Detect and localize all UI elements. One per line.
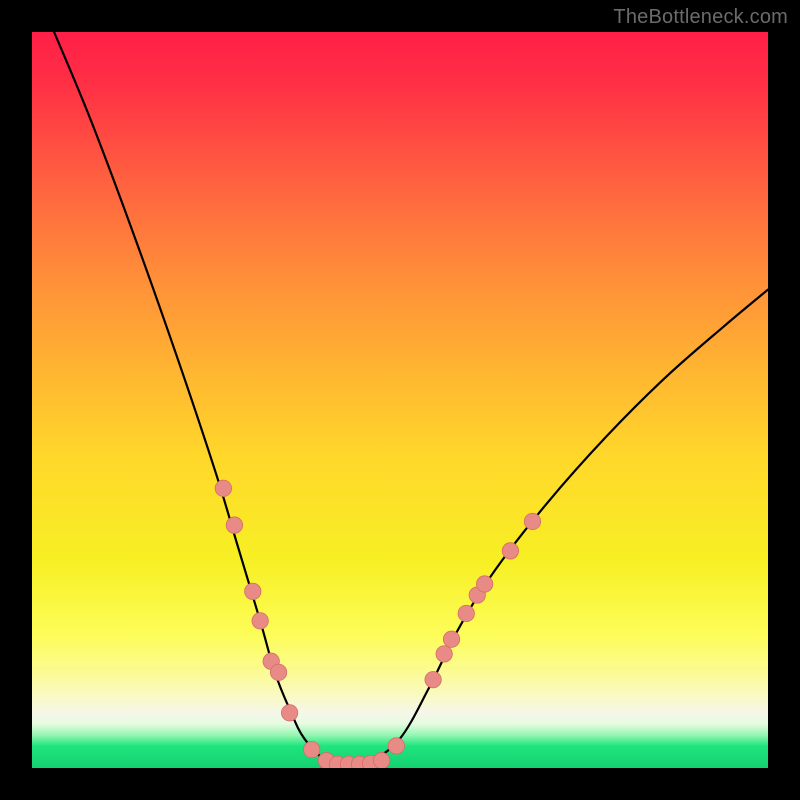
curve-marker: [281, 705, 297, 721]
plot-area: [32, 32, 768, 768]
curve-marker: [502, 543, 518, 559]
curve-marker: [252, 613, 268, 629]
watermark-label: TheBottleneck.com: [613, 6, 788, 29]
chart-frame: TheBottleneck.com: [0, 0, 800, 800]
curve-marker: [443, 631, 459, 647]
bottleneck-curve: [54, 32, 768, 764]
curve-marker: [425, 671, 441, 687]
curve-marker: [476, 576, 492, 592]
curve-marker: [270, 664, 286, 680]
curve-marker: [303, 741, 319, 757]
curve-marker: [524, 513, 540, 529]
curve-marker: [226, 517, 242, 533]
curve-marker: [245, 583, 261, 599]
curve-marker: [458, 605, 474, 621]
curve-marker: [436, 646, 452, 662]
curve-marker: [388, 738, 404, 754]
curve-markers: [215, 480, 541, 768]
curve-marker: [373, 752, 389, 768]
curve-marker: [215, 480, 231, 496]
bottleneck-curve-svg: [32, 32, 768, 768]
